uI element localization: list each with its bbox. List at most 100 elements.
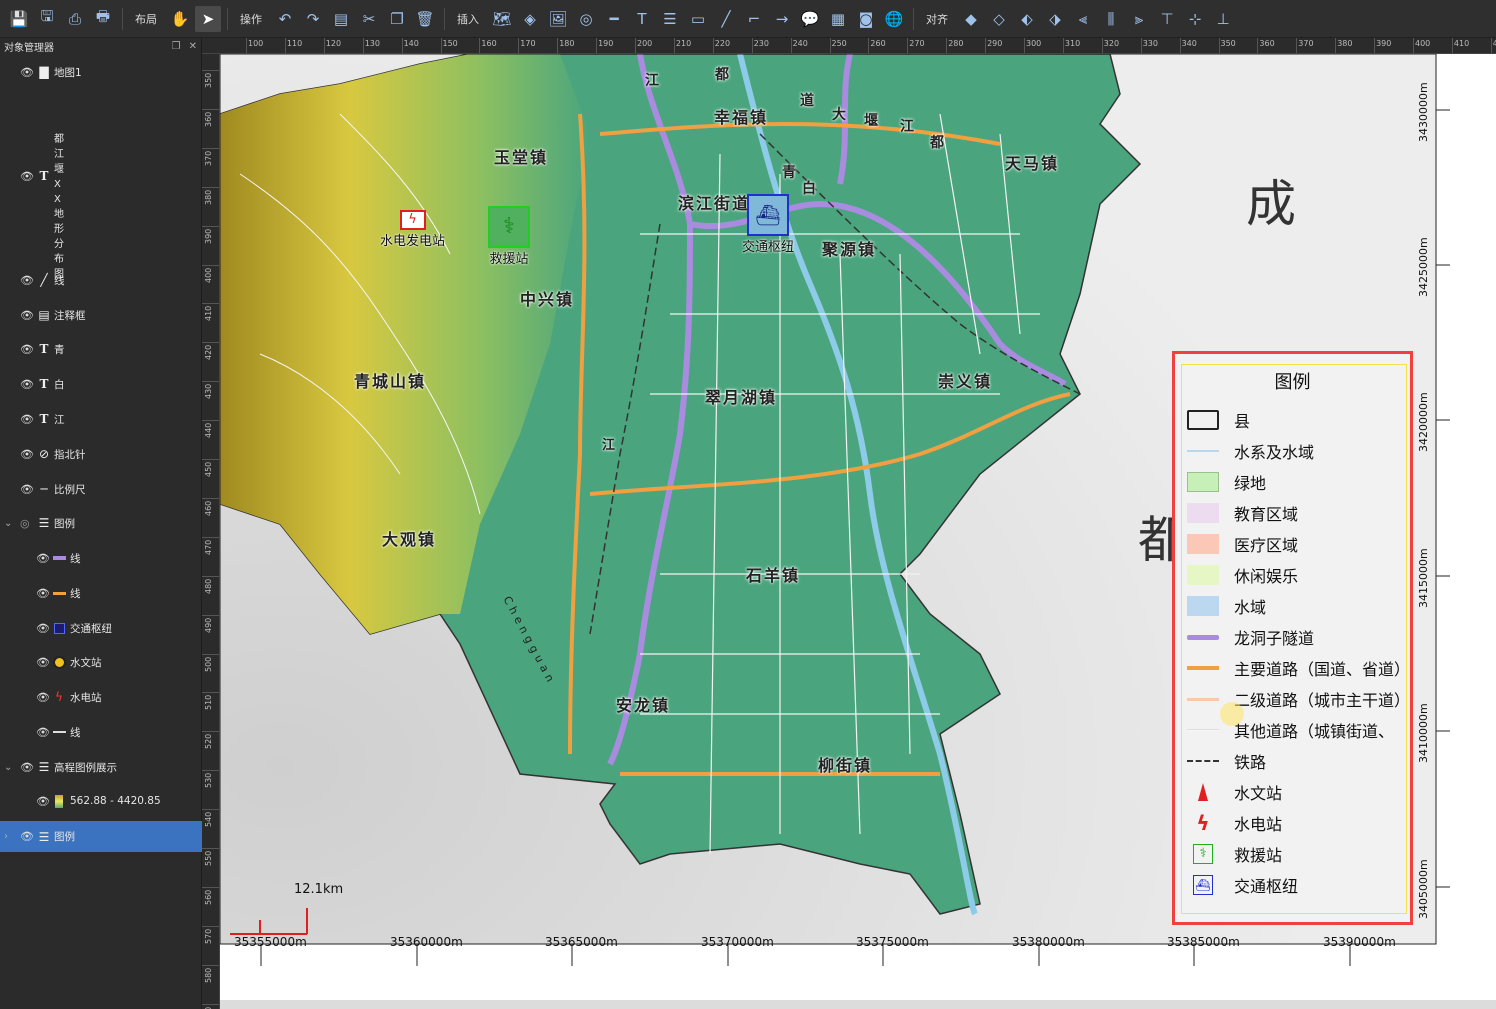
- insert-image-icon[interactable]: 🖼: [545, 6, 571, 32]
- layer-legend-1[interactable]: ⌄ ◎ ☰ 图例: [0, 510, 202, 536]
- insert-line-icon[interactable]: ╱: [713, 6, 739, 32]
- visibility-eye-icon[interactable]: 👁: [20, 483, 34, 496]
- insert-scalebar-icon[interactable]: ━: [601, 6, 627, 32]
- send-back-icon[interactable]: ◇: [986, 6, 1012, 32]
- layout-canvas[interactable]: 玉堂镇 天马镇 幸福镇 滨江街道 聚源镇 中兴镇 青城山镇 翠月湖镇 崇义镇 大…: [220, 54, 1496, 1009]
- poi-power-station[interactable]: ϟ 水电发电站: [380, 210, 445, 249]
- map-legend[interactable]: 图例 县 水系及水域 绿地 教育区域 医疗区域 休闲娱乐 水域 龙洞子隧道 主要…: [1172, 351, 1413, 925]
- export-icon[interactable]: ⎙: [62, 6, 88, 32]
- insert-map-icon[interactable]: 🗺: [489, 6, 515, 32]
- insert-globe-icon[interactable]: 🌐: [881, 6, 907, 32]
- visibility-eye-icon[interactable]: 👁: [36, 552, 50, 565]
- close-panel-icon[interactable]: ✕: [189, 41, 197, 52]
- cut-icon[interactable]: ✂: [356, 6, 382, 32]
- visibility-eye-icon[interactable]: 👁: [36, 622, 50, 635]
- insert-text-icon[interactable]: T: [629, 6, 655, 32]
- align-top-icon[interactable]: ⊤: [1154, 6, 1180, 32]
- chevron-down-icon[interactable]: ⌄: [4, 518, 12, 529]
- visibility-eye-icon[interactable]: 👁: [20, 309, 34, 322]
- scale-label: 12.1km: [294, 882, 344, 897]
- layer-text-bai[interactable]: 👁 T 白: [0, 371, 202, 397]
- layer-text-jiang[interactable]: 👁 T 江: [0, 406, 202, 432]
- visibility-eye-icon[interactable]: 👁: [20, 413, 34, 426]
- delete-icon[interactable]: 🗑: [412, 6, 438, 32]
- visibility-eye-icon[interactable]: 👁: [20, 170, 34, 183]
- visibility-eye-icon[interactable]: 👁: [20, 448, 34, 461]
- visibility-eye-icon[interactable]: 👁: [20, 343, 34, 356]
- visibility-eye-icon[interactable]: 👁: [36, 691, 50, 704]
- visibility-eye-icon[interactable]: 👁: [36, 726, 50, 739]
- insert-legend-icon[interactable]: ☰: [657, 6, 683, 32]
- ruler-tick: [202, 653, 219, 655]
- align-left-icon[interactable]: ⫷: [1070, 6, 1096, 32]
- poi-transport-hub[interactable]: ⛴ 交通枢纽: [742, 194, 794, 255]
- layer-title-text[interactable]: 👁 T: [0, 163, 202, 189]
- bring-front-icon[interactable]: ◆: [958, 6, 984, 32]
- legend-item-hydro-station[interactable]: 👁 水文站: [0, 649, 202, 675]
- ruler-label: 230: [753, 39, 769, 48]
- insert-arrow-icon[interactable]: →: [769, 6, 795, 32]
- layer-map1[interactable]: 👁 ▇ 地图1: [0, 59, 202, 85]
- insert-rectangle-icon[interactable]: ▭: [685, 6, 711, 32]
- undo-icon[interactable]: ↶: [272, 6, 298, 32]
- layer-note-box[interactable]: 👁 ▤ 注释框: [0, 302, 202, 328]
- select-arrow-icon[interactable]: ➤: [195, 5, 221, 32]
- float-panel-icon[interactable]: ❐: [172, 41, 181, 52]
- visibility-eye-icon[interactable]: 👁: [36, 795, 50, 808]
- legend-item-transport-hub: ⛴ 交通枢纽: [1187, 872, 1298, 898]
- visibility-eye-icon[interactable]: 👁: [20, 274, 34, 287]
- insert-picture-frame-icon[interactable]: ◙: [853, 6, 879, 32]
- visibility-eye-icon[interactable]: 👁: [36, 587, 50, 600]
- legend-item-power-station[interactable]: 👁 ϟ 水电站: [0, 684, 202, 710]
- save-as-icon[interactable]: 🖫: [34, 6, 60, 32]
- align-middle-icon[interactable]: ⊹: [1182, 6, 1208, 32]
- insert-polyline-icon[interactable]: ⌐: [741, 6, 767, 32]
- align-right-icon[interactable]: ⫸: [1126, 6, 1152, 32]
- ruler-label: 540: [204, 811, 213, 828]
- visibility-eye-icon[interactable]: 👁: [20, 378, 34, 391]
- compass-icon: ⊘: [38, 447, 50, 461]
- send-backward-icon[interactable]: ⬗: [1042, 6, 1068, 32]
- visibility-eye-icon[interactable]: 👁: [20, 830, 34, 843]
- insert-compass-icon[interactable]: ◎: [573, 6, 599, 32]
- legend-title: 图例: [1274, 372, 1311, 393]
- poi-rescue-station[interactable]: ⚕ 救援站: [488, 206, 530, 267]
- chevron-down-icon[interactable]: ⌄: [4, 762, 12, 773]
- legend-item-hub[interactable]: 👁 交通枢纽: [0, 615, 202, 641]
- legend-item-gray-line[interactable]: 👁 线: [0, 719, 202, 745]
- layer-text-qing[interactable]: 👁 T 青: [0, 336, 202, 362]
- chevron-right-icon[interactable]: ›: [4, 831, 8, 842]
- legend-item-greenland: 绿地: [1187, 469, 1266, 495]
- legend-item-hydrological-station: 水文站: [1187, 779, 1282, 805]
- align-center-icon[interactable]: ⫼: [1098, 6, 1124, 32]
- bring-forward-icon[interactable]: ⬖: [1014, 6, 1040, 32]
- insert-table-icon[interactable]: ▦: [825, 6, 851, 32]
- legend-item-orange-line[interactable]: 👁 线: [0, 580, 202, 606]
- visibility-eye-icon[interactable]: 👁: [20, 761, 34, 774]
- ruler-label: 570: [204, 928, 213, 944]
- select-all-icon[interactable]: ▤: [328, 6, 354, 32]
- layer-line[interactable]: 👁 ╱ 线: [0, 267, 202, 293]
- legend-item-purple-line[interactable]: 👁 线: [0, 545, 202, 571]
- ruler-tick: [202, 342, 219, 344]
- elevation-range-item[interactable]: 👁 562.88 - 4420.85: [0, 788, 202, 814]
- ruler-label: 110: [286, 39, 303, 48]
- visibility-eye-icon[interactable]: 👁: [20, 66, 34, 79]
- legend-item-label: 水域: [1234, 598, 1267, 617]
- lightning-icon: ϟ: [55, 690, 63, 704]
- layer-scalebar[interactable]: 👁 ─ 比例尺: [0, 476, 202, 502]
- redo-icon[interactable]: ↷: [300, 6, 326, 32]
- insert-callout-icon[interactable]: 💬: [797, 6, 823, 32]
- layer-elevation-legend[interactable]: ⌄ 👁 ☰ 高程图例展示: [0, 754, 202, 780]
- pan-hand-icon[interactable]: ✋: [167, 6, 193, 32]
- ruler-label: 100: [248, 39, 264, 48]
- print-icon[interactable]: 🖶: [90, 6, 116, 32]
- hidden-eye-icon[interactable]: ◎: [20, 517, 30, 530]
- save-icon[interactable]: 💾: [6, 6, 32, 32]
- copy-icon[interactable]: ❐: [384, 6, 410, 32]
- visibility-eye-icon[interactable]: 👁: [36, 656, 50, 669]
- align-bottom-icon[interactable]: ⊥: [1210, 6, 1236, 32]
- insert-scene-icon[interactable]: ◈: [517, 6, 543, 32]
- layer-legend-2[interactable]: › 👁 ☰ 图例: [0, 821, 202, 852]
- layer-compass[interactable]: 👁 ⊘ 指北针: [0, 441, 202, 467]
